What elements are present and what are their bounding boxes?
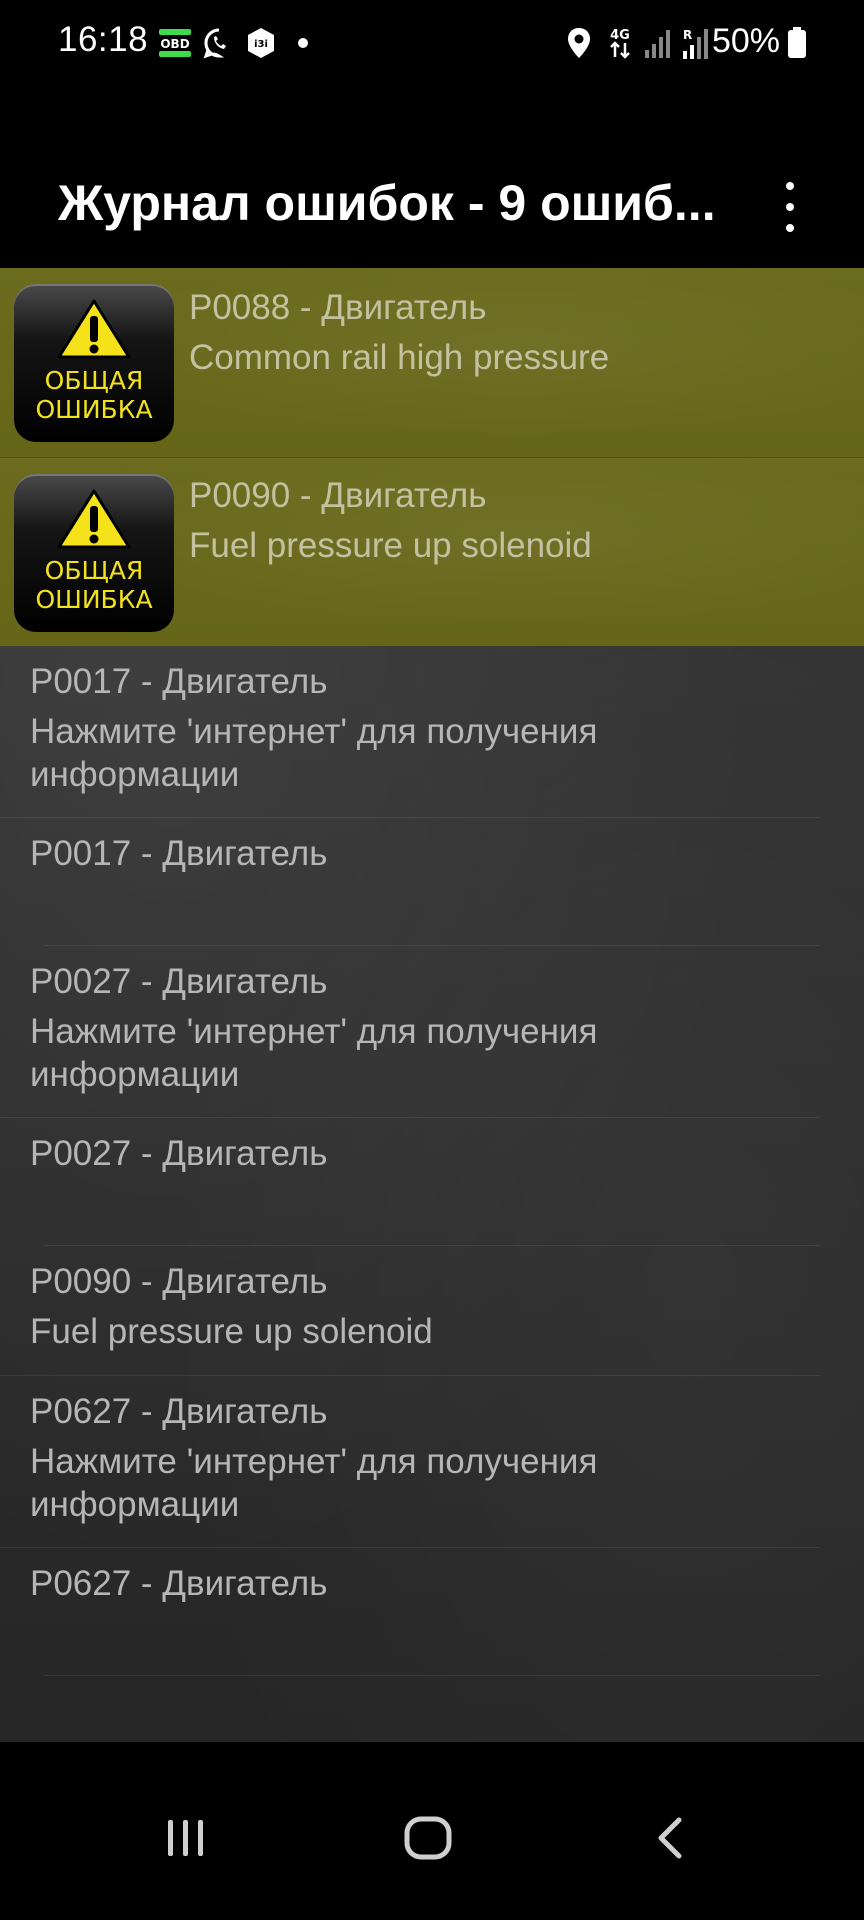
list-item[interactable]: P0090 - Двигатель Fuel pressure up solen… bbox=[0, 1246, 864, 1376]
status-time: 16:18 bbox=[58, 20, 149, 59]
network-label: 4G bbox=[610, 28, 630, 43]
list-item[interactable]: P0627 - Двигатель Нажмите 'интернет' для… bbox=[0, 1376, 864, 1548]
list-item[interactable]: ОБЩАЯ ОШИБКА P0090 - Двигатель Fuel pres… bbox=[0, 458, 864, 646]
general-error-badge: ОБЩАЯ ОШИБКА bbox=[14, 474, 174, 632]
list-item[interactable]: P0017 - Двигатель Нажмите 'интернет' для… bbox=[0, 646, 864, 818]
badge-line1: ОБЩАЯ bbox=[44, 556, 144, 585]
dot-icon bbox=[296, 26, 310, 60]
divider bbox=[44, 1675, 820, 1676]
error-code: P0027 - Двигатель bbox=[30, 962, 328, 1001]
error-code: P0088 - Двигатель bbox=[189, 288, 487, 327]
error-description: Fuel pressure up solenoid bbox=[30, 1312, 433, 1351]
obd-icon: OBD bbox=[158, 26, 192, 60]
recent-apps-icon[interactable] bbox=[146, 1808, 226, 1868]
app-icon: i3i bbox=[244, 26, 278, 60]
error-description: Fuel pressure up solenoid bbox=[189, 526, 592, 565]
error-description: Common rail high pressure bbox=[189, 338, 610, 377]
more-vert-icon[interactable] bbox=[772, 182, 808, 232]
list-item[interactable]: P0027 - Двигатель bbox=[0, 1118, 864, 1246]
page-title: Журнал ошибок - 9 ошиб... bbox=[58, 175, 716, 231]
warning-icon bbox=[57, 489, 131, 549]
svg-text:OBD: OBD bbox=[160, 37, 189, 51]
error-code: P0627 - Двигатель bbox=[30, 1392, 328, 1431]
battery-icon bbox=[786, 26, 808, 60]
error-description: Нажмите 'интернет' для получения информа… bbox=[30, 712, 598, 794]
badge-line2: ОШИБКА bbox=[35, 585, 153, 614]
whatsapp-icon bbox=[202, 26, 236, 60]
signal-icon bbox=[642, 26, 672, 60]
nav-bar bbox=[0, 1742, 864, 1920]
warning-icon bbox=[57, 299, 131, 359]
error-code: P0027 - Двигатель bbox=[30, 1134, 328, 1173]
battery-percent: 50% bbox=[711, 22, 780, 60]
list-item[interactable]: P0027 - Двигатель Нажмите 'интернет' для… bbox=[0, 946, 864, 1118]
list-item[interactable]: ОБЩАЯ ОШИБКА P0088 - Двигатель Common ra… bbox=[0, 268, 864, 458]
svg-text:i3i: i3i bbox=[254, 39, 268, 50]
error-code: P0017 - Двигатель bbox=[30, 662, 328, 701]
list-item[interactable]: P0627 - Двигатель bbox=[0, 1548, 864, 1676]
error-description: Нажмите 'интернет' для получения информа… bbox=[30, 1012, 598, 1094]
list-item[interactable]: P0017 - Двигатель bbox=[0, 818, 864, 946]
general-error-badge: ОБЩАЯ ОШИБКА bbox=[14, 284, 174, 442]
location-icon bbox=[564, 26, 594, 60]
badge-line2: ОШИБКА bbox=[35, 395, 153, 424]
badge-line1: ОБЩАЯ bbox=[44, 366, 144, 395]
4g-data-icon: 4G bbox=[606, 26, 634, 60]
roaming-signal-icon: R bbox=[678, 26, 714, 60]
back-icon[interactable] bbox=[630, 1808, 710, 1868]
error-code: P0090 - Двигатель bbox=[30, 1262, 328, 1301]
error-code: P0017 - Двигатель bbox=[30, 834, 328, 873]
error-list[interactable]: ОБЩАЯ ОШИБКА P0088 - Двигатель Common ra… bbox=[0, 268, 864, 1742]
home-icon[interactable] bbox=[388, 1808, 468, 1868]
error-description: Нажмите 'интернет' для получения информа… bbox=[30, 1442, 598, 1524]
app-bar: Журнал ошибок - 9 ошиб... bbox=[0, 86, 864, 268]
error-code: P0090 - Двигатель bbox=[189, 476, 487, 515]
error-code: P0627 - Двигатель bbox=[30, 1564, 328, 1603]
svg-text:R: R bbox=[683, 28, 692, 42]
status-bar: 16:18 OBD i3i 4G R 50% bbox=[0, 0, 864, 86]
